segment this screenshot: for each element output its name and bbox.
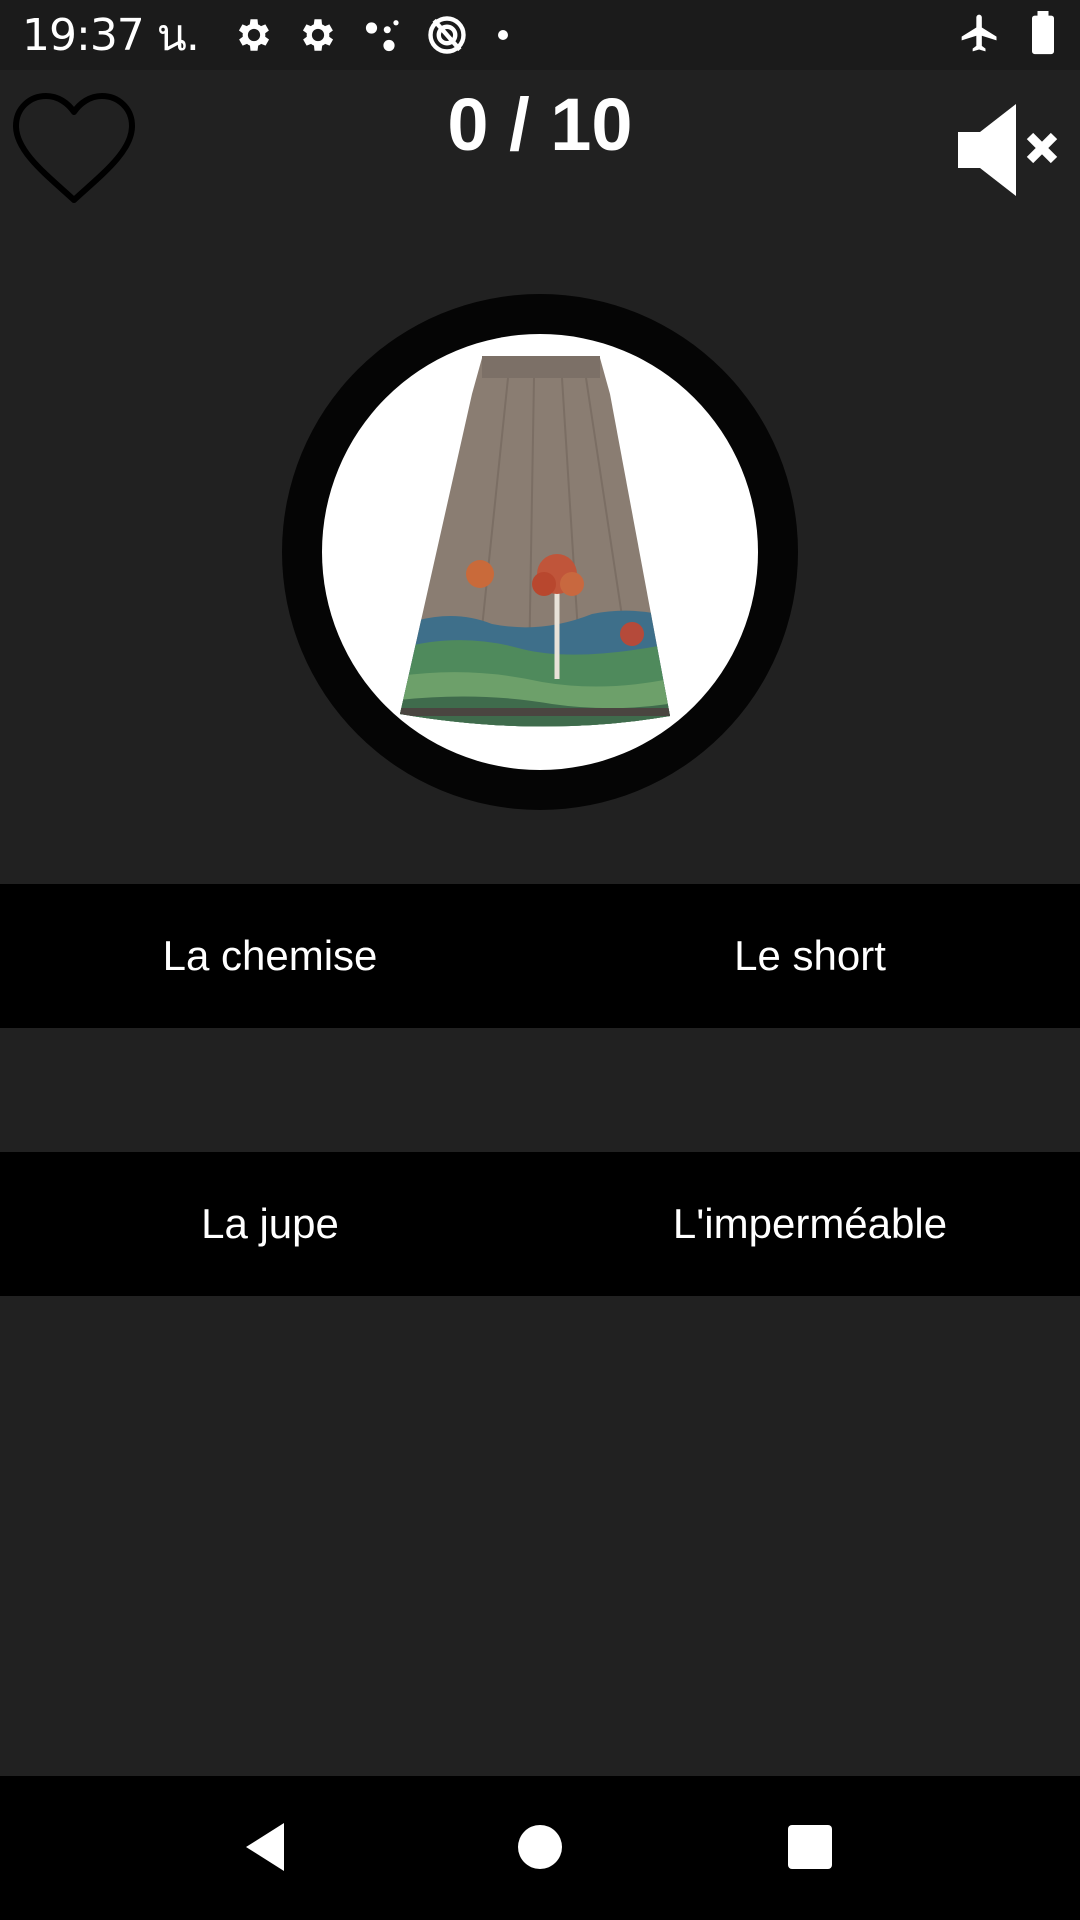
battery-icon xyxy=(1028,10,1058,60)
sound-toggle-button[interactable] xyxy=(952,100,1062,200)
status-bar: 19:37 น. xyxy=(0,0,1080,70)
answer-option-1[interactable]: La chemise xyxy=(0,884,540,1028)
answer-row-2: La jupe L'imperméable xyxy=(0,1152,1080,1296)
settings-gear-icon xyxy=(233,14,275,56)
score-counter: 0 / 10 xyxy=(447,83,633,166)
nav-home-button[interactable] xyxy=(490,1798,590,1898)
nav-back-button[interactable] xyxy=(218,1798,318,1898)
heart-outline-icon xyxy=(8,93,144,215)
airplane-mode-icon xyxy=(958,11,1002,60)
notification-dot-icon xyxy=(491,23,515,47)
data-saver-icon xyxy=(425,13,469,57)
answer-option-4[interactable]: L'imperméable xyxy=(540,1152,1080,1296)
navigation-bar xyxy=(0,1776,1080,1920)
volume-muted-icon xyxy=(952,104,1062,203)
answer-row-1: La chemise Le short xyxy=(0,884,1080,1028)
answer-option-3[interactable]: La jupe xyxy=(0,1152,540,1296)
recents-icon xyxy=(780,1817,840,1880)
settings-gear-icon xyxy=(297,14,339,56)
answer-option-2[interactable]: Le short xyxy=(540,884,1080,1028)
nav-recents-button[interactable] xyxy=(760,1798,860,1898)
picture-frame xyxy=(282,294,798,810)
status-icons-left xyxy=(233,13,515,57)
app-header: 0 / 10 xyxy=(0,70,1080,230)
skirt-picture xyxy=(400,356,670,727)
assistant-dots-icon xyxy=(361,14,403,56)
home-icon xyxy=(510,1817,570,1880)
back-icon xyxy=(238,1817,298,1880)
status-icons-right xyxy=(958,10,1058,60)
picture-container xyxy=(322,334,758,770)
status-time: 19:37 น. xyxy=(22,10,200,61)
